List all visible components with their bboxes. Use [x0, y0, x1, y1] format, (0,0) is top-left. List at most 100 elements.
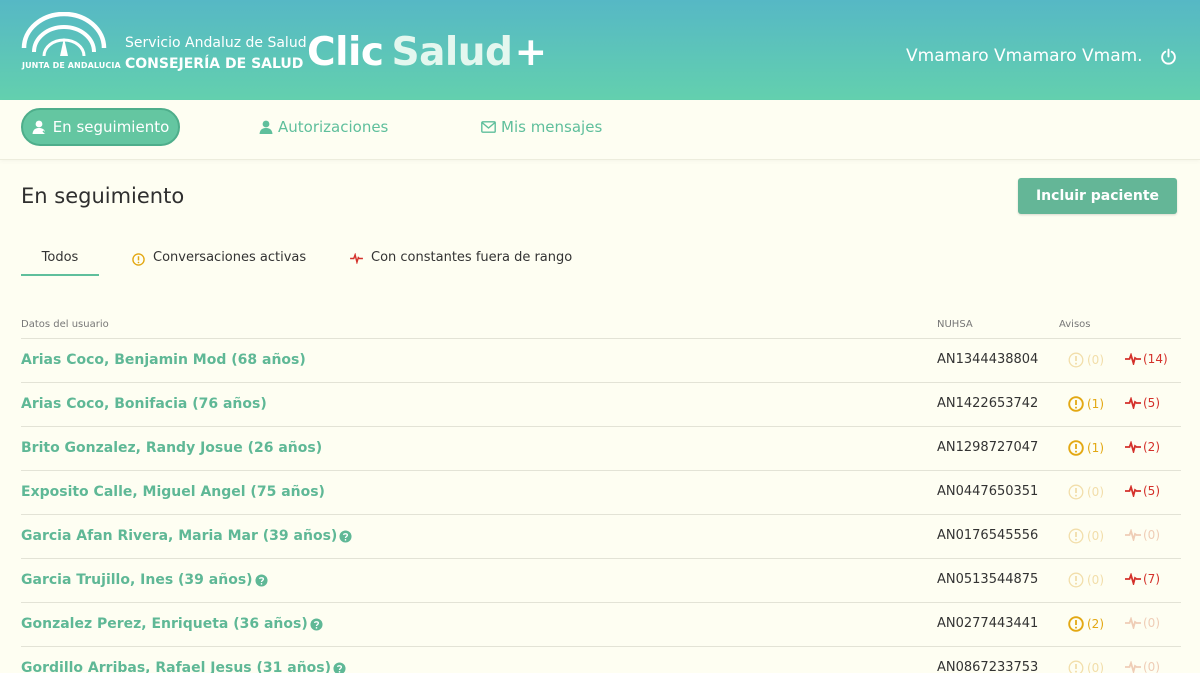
- vitals-count: (0): [1143, 528, 1160, 542]
- conversation-count: (0): [1087, 661, 1104, 673]
- nuhsa-value: AN0176545556: [937, 528, 1039, 543]
- patient-name: Gordillo Arribas, Rafael Jesus (31 años): [21, 660, 332, 673]
- conversation-alert[interactable]: (0): [1068, 528, 1104, 544]
- filter-conversaciones-activas[interactable]: Conversaciones activas: [132, 250, 306, 276]
- vitals-alert[interactable]: (2): [1125, 440, 1160, 454]
- table-row[interactable]: Arias Coco, Benjamin Mod (68 años) AN1344…: [21, 339, 1181, 383]
- conversation-alert[interactable]: (1): [1068, 396, 1104, 412]
- brand-clic: Clic: [307, 30, 384, 75]
- patient-name-link[interactable]: Gordillo Arribas, Rafael Jesus (31 años): [21, 660, 346, 673]
- vitals-alert[interactable]: (7): [1125, 572, 1160, 586]
- power-icon[interactable]: [1160, 48, 1177, 65]
- tab-label: Mis mensajes: [501, 118, 603, 136]
- patient-name: Garcia Afan Rivera, Maria Mar (39 años): [21, 528, 338, 544]
- table-row[interactable]: Arias Coco, Bonifacia (76 años) AN1422653…: [21, 383, 1181, 427]
- pulse-icon: [1125, 617, 1141, 629]
- nuhsa-value: AN1298727047: [937, 440, 1039, 455]
- conversation-count: (1): [1087, 397, 1104, 411]
- column-header-nuhsa: NUHSA: [937, 319, 973, 330]
- app-header: JUNTA DE ANDALUCIA Servicio Andaluz de S…: [0, 0, 1200, 100]
- user-name[interactable]: Vmamaro Vmamaro Vmam...: [906, 46, 1142, 66]
- patient-name-link[interactable]: Gonzalez Perez, Enriqueta (36 años): [21, 616, 323, 632]
- exclamation-circle-icon: [1068, 616, 1084, 632]
- vitals-alert[interactable]: (0): [1125, 528, 1160, 542]
- exclamation-circle-icon: [1068, 528, 1084, 544]
- pulse-icon: [1125, 529, 1141, 541]
- tab-en-seguimiento[interactable]: En seguimiento: [21, 108, 180, 146]
- exclamation-circle-icon: [1068, 484, 1084, 500]
- vitals-count: (14): [1143, 352, 1168, 366]
- column-header-alerts: Avisos: [1059, 319, 1091, 330]
- nuhsa-value: AN1344438804: [937, 352, 1039, 367]
- patient-name-link[interactable]: Exposito Calle, Miguel Angel (75 años): [21, 484, 325, 500]
- app-brand[interactable]: Clic Salud+: [307, 30, 547, 76]
- question-circle-icon[interactable]: [333, 661, 346, 673]
- table-row[interactable]: Brito Gonzalez, Randy Josue (26 años) AN1…: [21, 427, 1181, 471]
- tab-mis-mensajes[interactable]: Mis mensajes: [481, 108, 602, 146]
- nuhsa-value: AN1422653742: [937, 396, 1039, 411]
- patient-name-link[interactable]: Arias Coco, Bonifacia (76 años): [21, 396, 267, 412]
- vitals-count: (2): [1143, 440, 1160, 454]
- main-nav: En seguimiento Autorizaciones Mis mensaj…: [0, 100, 1200, 160]
- exclamation-circle-icon: [1068, 572, 1084, 588]
- filter-todos[interactable]: Todos: [21, 250, 99, 276]
- table-row[interactable]: Gordillo Arribas, Rafael Jesus (31 años)…: [21, 647, 1181, 673]
- brand-salud: Salud: [391, 30, 513, 75]
- conversation-count: (2): [1087, 617, 1104, 631]
- patient-name-link[interactable]: Brito Gonzalez, Randy Josue (26 años): [21, 440, 322, 456]
- conversation-count: (0): [1087, 353, 1104, 367]
- question-circle-icon[interactable]: [339, 529, 352, 543]
- pulse-icon: [1125, 661, 1141, 673]
- pulse-icon: [1125, 397, 1141, 409]
- tab-label: En seguimiento: [52, 118, 170, 136]
- pulse-icon: [1125, 485, 1141, 497]
- question-circle-icon[interactable]: [255, 573, 268, 587]
- vitals-count: (7): [1143, 572, 1160, 586]
- vitals-alert[interactable]: (0): [1125, 660, 1160, 673]
- question-circle-icon[interactable]: [310, 617, 323, 631]
- exclamation-circle-icon: [1068, 396, 1084, 412]
- pulse-icon: [350, 253, 363, 264]
- pulse-icon: [1125, 353, 1141, 365]
- logo-caption: JUNTA DE ANDALUCIA: [22, 61, 121, 70]
- conversation-alert[interactable]: (1): [1068, 440, 1104, 456]
- table-row[interactable]: Garcia Afan Rivera, Maria Mar (39 años) A…: [21, 515, 1181, 559]
- conversation-alert[interactable]: (0): [1068, 352, 1104, 368]
- conversation-count: (0): [1087, 573, 1104, 587]
- tab-autorizaciones[interactable]: Autorizaciones: [259, 108, 388, 146]
- patient-name-link[interactable]: Garcia Trujillo, Ines (39 años): [21, 572, 268, 588]
- exclamation-circle-icon: [132, 253, 145, 266]
- user-follow-icon: [32, 120, 48, 134]
- vitals-count: (0): [1143, 660, 1160, 673]
- exclamation-circle-icon: [1068, 660, 1084, 673]
- nuhsa-value: AN0867233753: [937, 660, 1039, 673]
- patient-list: Arias Coco, Benjamin Mod (68 años) AN1344…: [21, 338, 1181, 673]
- vitals-alert[interactable]: (0): [1125, 616, 1160, 630]
- table-row[interactable]: Gonzalez Perez, Enriqueta (36 años) AN027…: [21, 603, 1181, 647]
- column-header-user: Datos del usuario: [21, 319, 109, 330]
- conversation-alert[interactable]: (0): [1068, 484, 1104, 500]
- vitals-alert[interactable]: (5): [1125, 484, 1160, 498]
- conversation-alert[interactable]: (0): [1068, 660, 1104, 673]
- envelope-icon: [481, 121, 496, 133]
- patient-name: Arias Coco, Benjamin Mod (68 años): [21, 352, 306, 368]
- nuhsa-value: AN0513544875: [937, 572, 1039, 587]
- filter-constantes-fuera-de-rango[interactable]: Con constantes fuera de rango: [350, 250, 572, 276]
- vitals-alert[interactable]: (5): [1125, 396, 1160, 410]
- patient-name-link[interactable]: Garcia Afan Rivera, Maria Mar (39 años): [21, 528, 352, 544]
- conversation-alert[interactable]: (2): [1068, 616, 1104, 632]
- patient-name-link[interactable]: Arias Coco, Benjamin Mod (68 años): [21, 352, 306, 368]
- conversation-alert[interactable]: (0): [1068, 572, 1104, 588]
- table-row[interactable]: Exposito Calle, Miguel Angel (75 años) AN…: [21, 471, 1181, 515]
- filter-label: Con constantes fuera de rango: [371, 250, 573, 265]
- org-department: CONSEJERÍA DE SALUD: [125, 56, 304, 72]
- include-patient-button[interactable]: Incluir paciente: [1018, 178, 1177, 214]
- pulse-icon: [1125, 573, 1141, 585]
- conversation-count: (1): [1087, 441, 1104, 455]
- page-title: En seguimiento: [21, 184, 185, 208]
- brand-plus: +: [514, 30, 547, 75]
- table-row[interactable]: Garcia Trujillo, Ines (39 años) AN0513544…: [21, 559, 1181, 603]
- user-auth-icon: [259, 120, 273, 134]
- filter-label: Todos: [41, 250, 79, 265]
- vitals-alert[interactable]: (14): [1125, 352, 1168, 366]
